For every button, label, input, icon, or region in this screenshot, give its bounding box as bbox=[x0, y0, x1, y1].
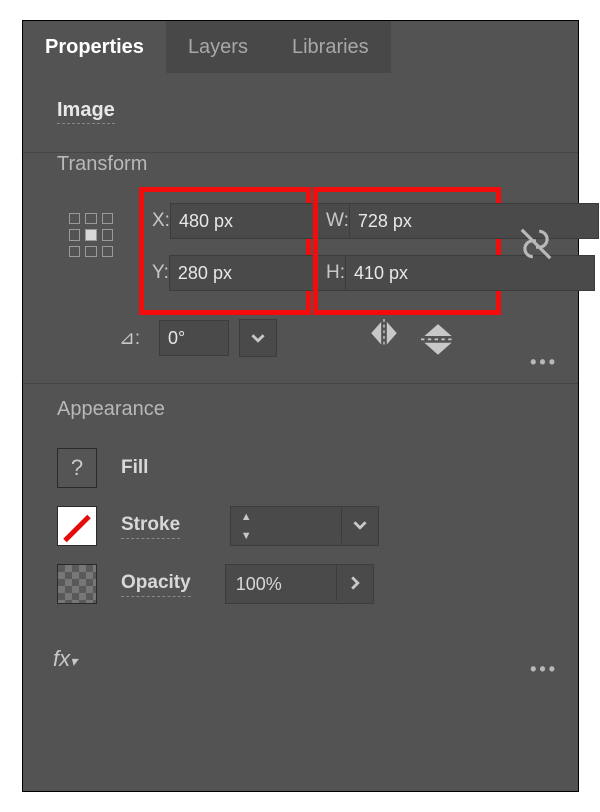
tab-layers[interactable]: Layers bbox=[166, 21, 270, 73]
stroke-step-down-icon[interactable]: ▼ bbox=[231, 526, 261, 545]
h-input[interactable] bbox=[345, 255, 595, 291]
flip-horizontal-icon[interactable] bbox=[367, 319, 401, 353]
tab-properties[interactable]: Properties bbox=[23, 21, 166, 73]
fx-label: fx bbox=[53, 646, 70, 671]
stroke-width-control[interactable]: ▲ ▼ bbox=[230, 506, 379, 546]
opacity-swatch[interactable] bbox=[57, 564, 97, 604]
rotation-input[interactable] bbox=[159, 320, 229, 356]
opacity-value[interactable]: 100% bbox=[226, 565, 336, 603]
appearance-more-icon[interactable]: ••• bbox=[530, 659, 558, 680]
reference-point-grid[interactable] bbox=[69, 213, 113, 257]
tab-libraries[interactable]: Libraries bbox=[270, 21, 391, 73]
appearance-title: Appearance bbox=[57, 398, 544, 421]
fx-button[interactable]: fx▾ bbox=[53, 646, 77, 672]
stroke-stepper[interactable]: ▲ ▼ bbox=[231, 507, 261, 545]
angle-icon: ⊿: bbox=[119, 327, 149, 350]
appearance-section: Appearance ? Fill Stroke ▲ ▼ Opacity bbox=[23, 384, 578, 698]
stroke-swatch[interactable] bbox=[57, 506, 97, 546]
stroke-step-up-icon[interactable]: ▲ bbox=[231, 507, 261, 526]
tab-bar: Properties Layers Libraries bbox=[23, 21, 578, 73]
rotation-row: ⊿: bbox=[119, 319, 277, 357]
x-label: X: bbox=[152, 210, 170, 232]
stroke-label: Stroke bbox=[121, 514, 180, 539]
xy-highlight-box: X: Y: bbox=[139, 187, 311, 315]
link-wh-icon[interactable] bbox=[517, 225, 555, 263]
flip-group bbox=[367, 319, 455, 353]
w-label: W: bbox=[326, 210, 349, 232]
transform-section: Transform X: Y: W: H: bbox=[23, 153, 578, 384]
stroke-dropdown[interactable] bbox=[341, 507, 378, 543]
opacity-control[interactable]: 100% bbox=[225, 564, 374, 604]
fill-row: ? Fill bbox=[57, 439, 544, 497]
flip-vertical-icon[interactable] bbox=[421, 319, 455, 353]
transform-title: Transform bbox=[57, 153, 147, 176]
stroke-value[interactable] bbox=[261, 507, 341, 545]
object-type-label: Image bbox=[57, 99, 115, 124]
opacity-label: Opacity bbox=[121, 572, 191, 597]
y-label: Y: bbox=[152, 262, 169, 284]
wh-highlight-box: W: H: bbox=[313, 187, 501, 315]
opacity-row: Opacity 100% bbox=[57, 555, 544, 613]
properties-panel: Properties Layers Libraries Image Transf… bbox=[22, 20, 579, 792]
transform-more-icon[interactable]: ••• bbox=[530, 352, 558, 373]
rotation-dropdown[interactable] bbox=[239, 319, 277, 357]
object-type-row: Image bbox=[23, 73, 578, 140]
fill-swatch[interactable]: ? bbox=[57, 448, 97, 488]
fill-label: Fill bbox=[121, 457, 148, 479]
stroke-row: Stroke ▲ ▼ bbox=[57, 497, 544, 555]
h-label: H: bbox=[326, 262, 345, 284]
w-input[interactable] bbox=[349, 203, 599, 239]
opacity-flyout[interactable] bbox=[336, 565, 373, 601]
